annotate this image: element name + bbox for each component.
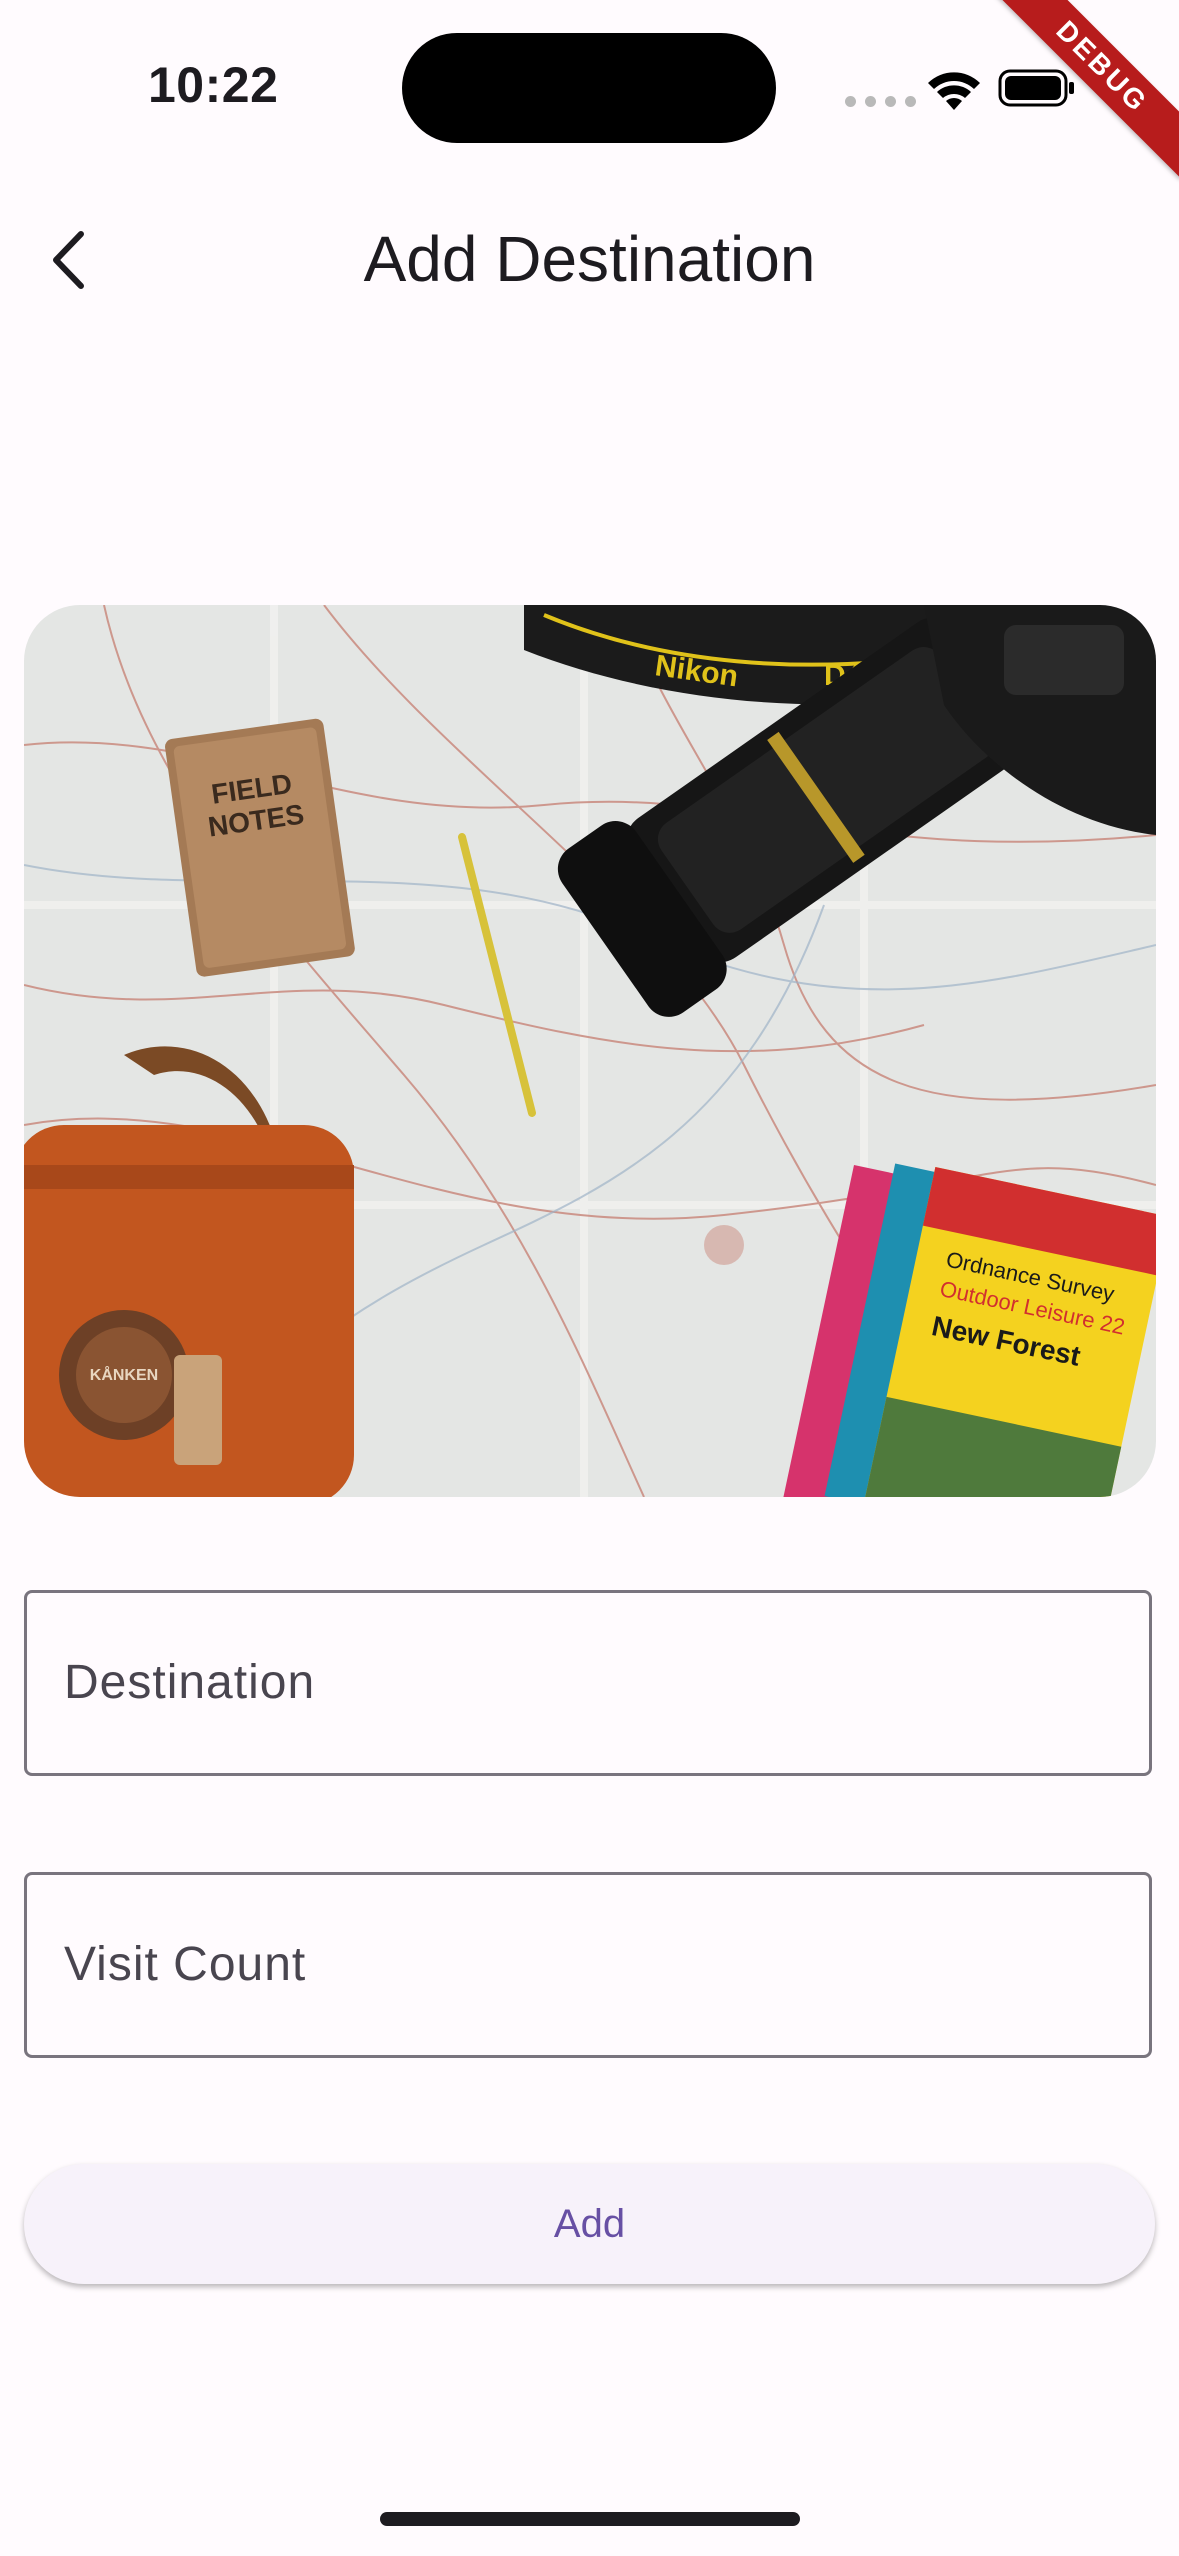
svg-text:KÅNKEN: KÅNKEN: [90, 1365, 158, 1384]
add-button-label: Add: [553, 2201, 626, 2246]
destination-placeholder: Destination: [64, 1656, 316, 1709]
debug-banner-label: DEBUG: [990, 0, 1179, 179]
status-time: 10:22: [148, 57, 279, 113]
wifi-icon: [928, 72, 980, 110]
add-button[interactable]: Add: [24, 2164, 1155, 2284]
visit-count-field[interactable]: Visit Count: [24, 1872, 1152, 2058]
home-indicator[interactable]: [380, 2512, 800, 2526]
dynamic-island: [402, 33, 776, 143]
app-bar: Add Destination: [0, 180, 1179, 340]
destination-hero-image: FIELD NOTES Nikon D4s KÅNKEN: [24, 605, 1156, 1497]
page-title: Add Destination: [363, 223, 816, 295]
debug-banner: DEBUG: [979, 0, 1179, 200]
visit-count-placeholder: Visit Count: [64, 1938, 307, 1991]
cellular-signal-icon: [845, 96, 916, 107]
destination-field[interactable]: Destination: [24, 1590, 1152, 1776]
